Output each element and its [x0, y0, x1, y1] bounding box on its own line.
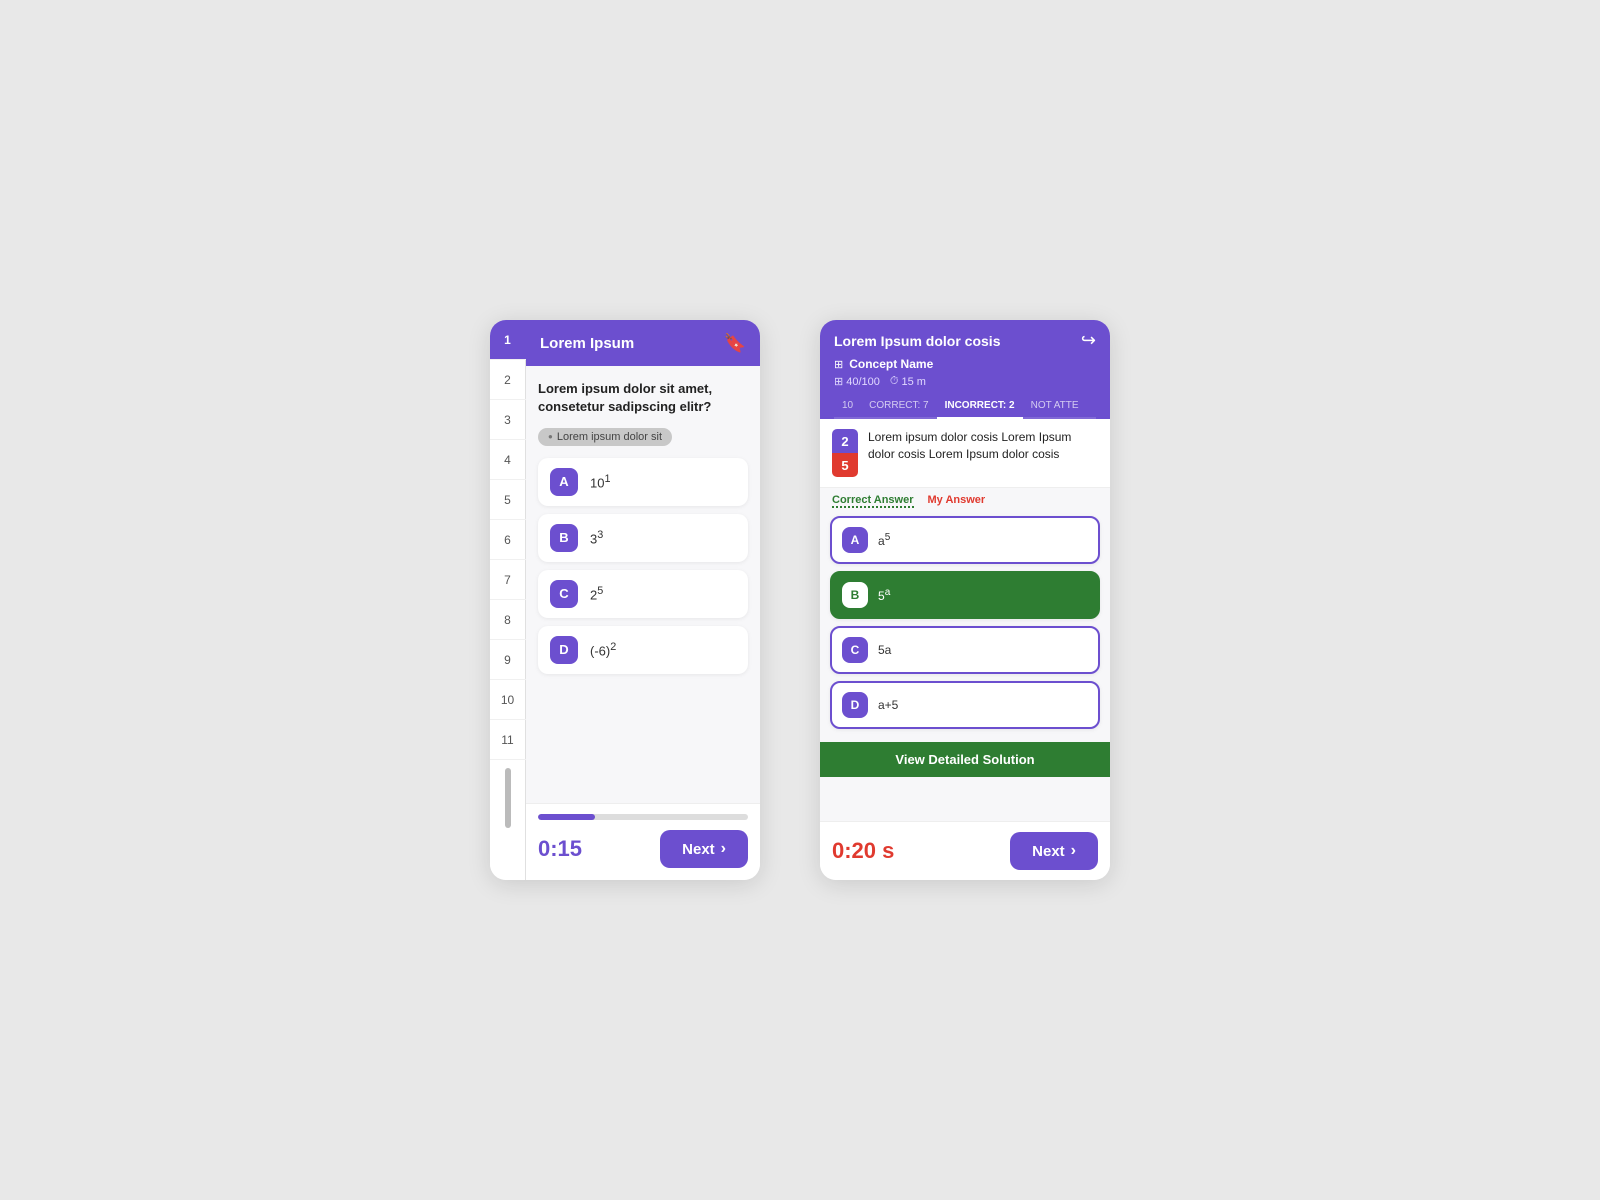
right-question-block: 2 5 Lorem ipsum dolor cosis Lorem Ipsum …	[820, 419, 1110, 488]
question-number-stack: 2 5	[832, 429, 858, 477]
sidebar-number-8[interactable]: 8	[490, 600, 526, 640]
correct-answer-label: Correct Answer	[832, 494, 914, 508]
tabs-row: 10 CORRECT: 7 INCORRECT: 2 NOT ATTE	[834, 394, 1096, 419]
right-chevron-icon: ›	[721, 840, 726, 858]
meta-row: ⊞ 40/100 ⏱ 15 m	[834, 375, 1096, 388]
left-next-button[interactable]: Next ›	[660, 830, 748, 868]
left-header: Lorem Ipsum 🔖	[526, 320, 760, 366]
view-solution-button[interactable]: View Detailed Solution	[820, 742, 1110, 777]
right-option-c-text: 5a	[878, 643, 891, 657]
option-d-text: (-6)2	[590, 641, 616, 658]
right-option-d-text: a+5	[878, 698, 898, 712]
topic-tag: Lorem ipsum dolor sit	[538, 428, 672, 446]
sidebar-number-10[interactable]: 10	[490, 680, 526, 720]
right-option-c[interactable]: C 5a	[830, 626, 1100, 674]
sidebar-number-9[interactable]: 9	[490, 640, 526, 680]
question-number-sidebar: 1234567891011	[490, 320, 526, 880]
option-a-text: 101	[590, 473, 611, 490]
page-wrapper: 1234567891011 Lorem Ipsum 🔖 Lorem ipsum …	[450, 280, 1150, 920]
sidebar-number-4[interactable]: 4	[490, 440, 526, 480]
right-header: Lorem Ipsum dolor cosis ↪ ⊞ Concept Name…	[820, 320, 1110, 419]
right-option-b[interactable]: B 5a	[830, 571, 1100, 619]
option-b-letter: B	[550, 524, 578, 552]
progress-bar	[538, 814, 748, 820]
sidebar-number-3[interactable]: 3	[490, 400, 526, 440]
concept-row: ⊞ Concept Name	[834, 357, 1096, 371]
right-next-label: Next	[1032, 843, 1065, 860]
time-value: 15 m	[901, 376, 925, 388]
concept-icon: ⊞	[834, 358, 843, 371]
sidebar-number-5[interactable]: 5	[490, 480, 526, 520]
right-question-text: Lorem ipsum dolor cosis Lorem Ipsum dolo…	[868, 429, 1098, 463]
left-title: Lorem Ipsum	[540, 335, 634, 352]
footer-bottom: 0:15 Next ›	[538, 830, 748, 880]
concept-name: Concept Name	[849, 357, 933, 371]
sidebar-number-2[interactable]: 2	[490, 360, 526, 400]
sidebar-number-6[interactable]: 6	[490, 520, 526, 560]
right-timer: 0:20 s	[832, 838, 894, 864]
progress-fill	[538, 814, 595, 820]
tab-not-attempted[interactable]: NOT ATTE	[1023, 394, 1087, 417]
right-option-b-text: 5a	[878, 587, 890, 603]
left-quiz-card: 1234567891011 Lorem Ipsum 🔖 Lorem ipsum …	[490, 320, 760, 880]
score-value: 40/100	[846, 376, 880, 388]
option-a-letter: A	[550, 468, 578, 496]
option-b-text: 33	[590, 529, 603, 546]
right-footer: 0:20 s Next ›	[820, 821, 1110, 880]
right-option-d-letter: D	[842, 692, 868, 718]
sidebar-number-1[interactable]: 1	[490, 320, 526, 360]
my-answer-label: My Answer	[928, 494, 986, 508]
option-d[interactable]: D (-6)2	[538, 626, 748, 674]
option-a[interactable]: A 101	[538, 458, 748, 506]
question-number-bottom: 5	[832, 453, 858, 477]
option-c[interactable]: C 25	[538, 570, 748, 618]
left-next-label: Next	[682, 841, 715, 858]
bookmark-icon: 🔖	[724, 333, 746, 354]
left-question-area: Lorem ipsum dolor sit amet, consetetur s…	[526, 366, 760, 803]
right-chevron-icon-2: ›	[1071, 842, 1076, 860]
answer-labels-row: Correct Answer My Answer	[820, 488, 1110, 510]
right-title: Lorem Ipsum dolor cosis	[834, 333, 1000, 349]
sidebar-number-11[interactable]: 11	[490, 720, 526, 760]
right-header-top: Lorem Ipsum dolor cosis ↪	[834, 330, 1096, 351]
option-b[interactable]: B 33	[538, 514, 748, 562]
question-number-top: 2	[832, 429, 858, 453]
right-option-a-text: a5	[878, 532, 890, 548]
question-text: Lorem ipsum dolor sit amet, consetetur s…	[538, 380, 748, 416]
right-options-list: A a5 B 5a C 5a D a+5	[820, 510, 1110, 742]
share-icon[interactable]: ↪	[1081, 330, 1096, 351]
left-main-content: Lorem Ipsum 🔖 Lorem ipsum dolor sit amet…	[526, 320, 760, 880]
right-option-a-letter: A	[842, 527, 868, 553]
right-option-c-letter: C	[842, 637, 868, 663]
option-c-text: 25	[590, 585, 603, 602]
right-option-a[interactable]: A a5	[830, 516, 1100, 564]
right-body: 2 5 Lorem ipsum dolor cosis Lorem Ipsum …	[820, 419, 1110, 821]
sidebar-number-7[interactable]: 7	[490, 560, 526, 600]
time-meta: ⏱ 15 m	[890, 375, 926, 388]
clock-icon: ⏱	[890, 375, 899, 388]
right-review-card: Lorem Ipsum dolor cosis ↪ ⊞ Concept Name…	[820, 320, 1110, 880]
option-c-letter: C	[550, 580, 578, 608]
score-meta: ⊞ 40/100	[834, 375, 880, 388]
right-next-button[interactable]: Next ›	[1010, 832, 1098, 870]
right-option-b-letter: B	[842, 582, 868, 608]
tab-10[interactable]: 10	[834, 394, 861, 417]
score-icon: ⊞	[834, 375, 843, 388]
option-d-letter: D	[550, 636, 578, 664]
right-option-d[interactable]: D a+5	[830, 681, 1100, 729]
left-footer: 0:15 Next ›	[526, 803, 760, 880]
tab-correct[interactable]: CORRECT: 7	[861, 394, 936, 417]
tab-incorrect[interactable]: INCORRECT: 2	[937, 394, 1023, 419]
left-timer: 0:15	[538, 836, 582, 862]
scroll-thumb	[505, 768, 511, 828]
